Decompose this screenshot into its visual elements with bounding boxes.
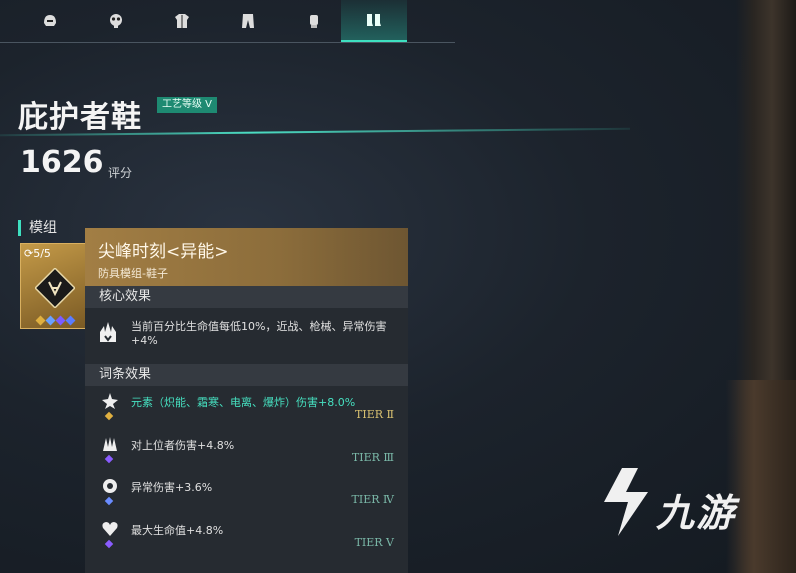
flame-star-icon (102, 393, 118, 409)
score-label: 评分 (108, 166, 133, 180)
module-count: ⟳5/5 (24, 247, 51, 260)
tooltip-header: 尖峰时刻<异能> 防具模组-鞋子 (85, 228, 408, 286)
module-slot[interactable]: ⟳5/5 (20, 243, 88, 329)
tab-boots[interactable] (341, 0, 407, 42)
tab-gasmask[interactable] (83, 0, 149, 42)
item-score: 1626 (20, 145, 104, 180)
tab-chest[interactable] (149, 0, 215, 42)
affix-tier: TIER Ⅲ (351, 450, 394, 464)
affix-effect-header: 词条效果 (85, 364, 408, 386)
module-section-title: 模组 (18, 220, 57, 236)
affix-text: 对上位者伤害+4.8% (131, 438, 235, 452)
boots-icon (367, 14, 381, 26)
tab-helmet[interactable] (17, 0, 83, 42)
anomaly-icon (103, 479, 117, 493)
affix-text: 最大生命值+4.8% (131, 523, 224, 537)
affix-gem (104, 454, 114, 463)
pants-icon (242, 14, 254, 28)
affix-row: 对上位者伤害+4.8% TIER Ⅲ (85, 429, 408, 472)
module-gem (55, 315, 66, 326)
module-gem (45, 315, 56, 326)
claw-icon (103, 436, 117, 451)
affix-gem (104, 411, 114, 421)
affix-text: 异常伤害+3.6% (131, 481, 213, 494)
item-title: 庇护者鞋 (18, 100, 142, 135)
craft-level-badge: 工艺等级 Ⅴ (157, 97, 218, 113)
affix-text: 元素（炽能、霜寒、电离、爆炸）伤害+8.0% (131, 396, 356, 409)
tab-pants[interactable] (215, 0, 281, 42)
affix-row: 异常伤害+3.6% TIER Ⅳ (85, 471, 408, 514)
module-gems (35, 315, 76, 326)
core-effect-text: 当前百分比生命值每低10%，近战、枪械、异常伤害+4% (131, 320, 387, 347)
module-gem (35, 315, 46, 326)
module-name: 尖峰时刻<异能> (98, 242, 229, 262)
affix-gem (104, 539, 114, 548)
module-subtitle: 防具模组-鞋子 (98, 267, 168, 280)
chest-armor-icon (175, 14, 189, 28)
core-effect: 当前百分比生命值每低10%，近战、枪械、异常伤害+4% (85, 308, 408, 364)
heart-icon (102, 521, 118, 536)
affix-list: 元素（炽能、霜寒、电离、爆炸）伤害+8.0% TIER Ⅱ 对上位者伤害+4.8% T… (85, 386, 408, 556)
glove-icon (310, 15, 318, 28)
gasmask-icon (110, 14, 122, 28)
affix-tier: TIER Ⅱ (355, 408, 394, 421)
module-tooltip: 尖峰时刻<异能> 防具模组-鞋子 核心效果 当前百分比生命值每低10%，近战、枪… (85, 228, 408, 573)
helmet-icon (44, 15, 56, 26)
affix-gem (104, 496, 114, 506)
module-icon (35, 268, 75, 308)
affix-row: 最大生命值+4.8% TIER Ⅴ (85, 514, 408, 557)
module-gem (65, 315, 76, 326)
watermark-text: 九游 (656, 491, 737, 535)
affix-tier: TIER Ⅴ (354, 535, 394, 549)
core-effect-icon (100, 322, 116, 342)
tab-gloves[interactable] (281, 0, 347, 42)
core-effect-header: 核心效果 (85, 286, 408, 308)
affix-tier: TIER Ⅳ (351, 493, 394, 506)
affix-row: 元素（炽能、霜寒、电离、爆炸）伤害+8.0% TIER Ⅱ (85, 386, 408, 429)
equipment-tabs (0, 0, 455, 43)
